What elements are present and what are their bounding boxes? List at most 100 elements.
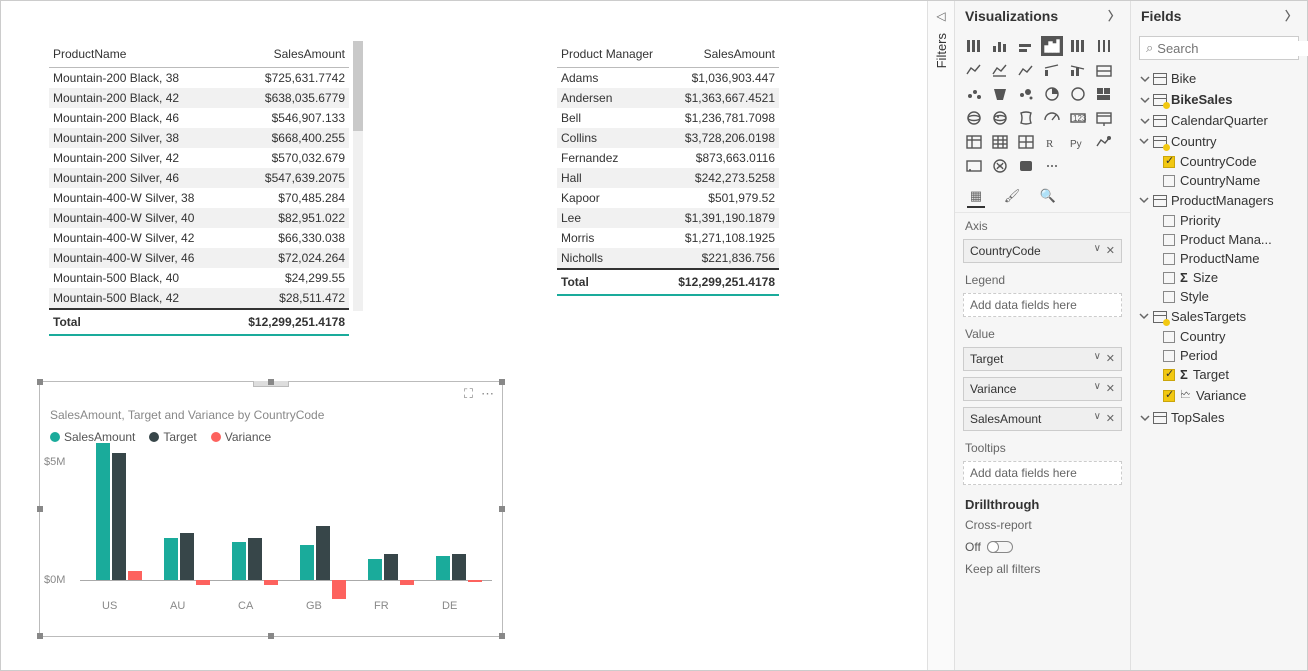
- fields-table[interactable]: CalendarQuarter: [1135, 110, 1303, 131]
- expand-icon[interactable]: [1139, 310, 1149, 324]
- bar[interactable]: [232, 542, 246, 580]
- fields-field[interactable]: Period: [1135, 346, 1303, 365]
- fields-field[interactable]: ProductName: [1135, 249, 1303, 268]
- fields-tab-icon[interactable]: ▦: [967, 188, 985, 208]
- checkbox[interactable]: [1163, 350, 1175, 362]
- bar[interactable]: [112, 453, 126, 580]
- fields-table[interactable]: ProductManagers: [1135, 190, 1303, 211]
- table-row[interactable]: Mountain-200 Silver, 42$570,032.679: [49, 148, 349, 168]
- checkbox[interactable]: [1163, 215, 1175, 227]
- focus-mode-icon[interactable]: ⛶: [464, 386, 473, 402]
- report-canvas[interactable]: ProductName SalesAmount Mountain-200 Bla…: [1, 1, 927, 670]
- bar[interactable]: [164, 538, 178, 580]
- table-visual-products[interactable]: ProductName SalesAmount Mountain-200 Bla…: [49, 41, 349, 336]
- table-row[interactable]: Fernandez$873,663.0116: [557, 148, 779, 168]
- bar[interactable]: [196, 580, 210, 585]
- column-header[interactable]: SalesAmount: [227, 41, 349, 67]
- viz-type-icon[interactable]: [963, 108, 985, 128]
- checkbox[interactable]: [1163, 390, 1175, 402]
- checkbox[interactable]: [1163, 272, 1175, 284]
- table-row[interactable]: Mountain-500 Black, 40$24,299.55: [49, 268, 349, 288]
- table-row[interactable]: Collins$3,728,206.0198: [557, 128, 779, 148]
- checkbox[interactable]: [1163, 253, 1175, 265]
- checkbox[interactable]: [1163, 175, 1175, 187]
- viz-type-icon[interactable]: [1041, 36, 1063, 56]
- viz-type-icon[interactable]: [1067, 84, 1089, 104]
- checkbox[interactable]: [1163, 234, 1175, 246]
- expand-icon[interactable]: [1137, 74, 1151, 84]
- viz-type-icon[interactable]: [989, 60, 1011, 80]
- remove-icon[interactable]: ✕: [1106, 412, 1115, 425]
- bar[interactable]: [384, 554, 398, 580]
- viz-type-icon[interactable]: [963, 84, 985, 104]
- bar[interactable]: [332, 580, 346, 599]
- value-well-item[interactable]: Variance∨✕: [963, 377, 1122, 401]
- bar[interactable]: [468, 580, 482, 582]
- viz-type-icon[interactable]: [1041, 84, 1063, 104]
- table-row[interactable]: Hall$242,273.5258: [557, 168, 779, 188]
- viz-type-icon[interactable]: R: [1041, 132, 1063, 152]
- expand-icon[interactable]: [1137, 116, 1151, 126]
- fields-field[interactable]: ΣSize: [1135, 268, 1303, 287]
- bar[interactable]: [452, 554, 466, 580]
- viz-type-icon[interactable]: [1015, 60, 1037, 80]
- viz-type-icon[interactable]: [1093, 132, 1115, 152]
- checkbox[interactable]: [1163, 291, 1175, 303]
- expand-icon[interactable]: [1137, 413, 1151, 423]
- value-well-item[interactable]: Target∨✕: [963, 347, 1122, 371]
- cross-report-toggle[interactable]: Off: [965, 540, 1120, 554]
- axis-well-item[interactable]: CountryCode∨✕: [963, 239, 1122, 263]
- viz-type-icon[interactable]: [989, 156, 1011, 176]
- viz-type-icon[interactable]: [963, 60, 985, 80]
- fields-field[interactable]: 🗠Variance: [1135, 384, 1303, 407]
- more-options-icon[interactable]: ⋯: [481, 386, 494, 402]
- viz-type-icon[interactable]: [1015, 36, 1037, 56]
- clustered-column-chart-visual[interactable]: ⛶ ⋯ SalesAmount, Target and Variance by …: [39, 381, 503, 637]
- table-row[interactable]: Andersen$1,363,667.4521: [557, 88, 779, 108]
- viz-type-icon[interactable]: [1067, 60, 1089, 80]
- fields-table[interactable]: BikeSales: [1135, 89, 1303, 110]
- bar[interactable]: [264, 580, 278, 585]
- viz-type-icon[interactable]: [1093, 84, 1115, 104]
- bar[interactable]: [128, 571, 142, 580]
- viz-type-icon[interactable]: [1093, 108, 1115, 128]
- table-row[interactable]: Nicholls$221,836.756: [557, 248, 779, 268]
- column-header[interactable]: ProductName: [49, 41, 227, 67]
- viz-type-icon[interactable]: [989, 132, 1011, 152]
- format-tab-icon[interactable]: 🖌: [1003, 188, 1021, 208]
- checkbox[interactable]: [1163, 369, 1175, 381]
- fields-field[interactable]: CountryCode: [1135, 152, 1303, 171]
- viz-type-icon[interactable]: [989, 108, 1011, 128]
- viz-type-icon[interactable]: [963, 156, 985, 176]
- viz-type-icon[interactable]: [1015, 84, 1037, 104]
- legend-well-empty[interactable]: Add data fields here: [963, 293, 1122, 317]
- table-row[interactable]: Mountain-400-W Silver, 38$70,485.284: [49, 188, 349, 208]
- filters-pane-collapsed[interactable]: ◁ Filters: [927, 1, 955, 670]
- fields-field[interactable]: ΣTarget: [1135, 365, 1303, 384]
- bar[interactable]: [436, 556, 450, 580]
- viz-type-icon[interactable]: [1093, 36, 1115, 56]
- bar[interactable]: [248, 538, 262, 580]
- fields-field[interactable]: CountryName: [1135, 171, 1303, 190]
- viz-type-icon[interactable]: [1041, 108, 1063, 128]
- remove-icon[interactable]: ✕: [1106, 244, 1115, 257]
- table-row[interactable]: Mountain-400-W Silver, 46$72,024.264: [49, 248, 349, 268]
- table-visual-managers[interactable]: Product Manager SalesAmount Adams$1,036,…: [557, 41, 779, 296]
- column-header[interactable]: SalesAmount: [671, 41, 779, 67]
- bar[interactable]: [368, 559, 382, 580]
- collapse-icon[interactable]: 〉: [1285, 7, 1297, 24]
- fields-field[interactable]: Country: [1135, 327, 1303, 346]
- fields-search[interactable]: ⌕: [1139, 36, 1299, 60]
- scrollbar-thumb[interactable]: [353, 41, 363, 131]
- viz-type-icon[interactable]: [989, 84, 1011, 104]
- viz-type-icon[interactable]: [1015, 108, 1037, 128]
- fields-field[interactable]: Priority: [1135, 211, 1303, 230]
- table-row[interactable]: Mountain-400-W Silver, 42$66,330.038: [49, 228, 349, 248]
- fields-table[interactable]: TopSales: [1135, 407, 1303, 428]
- expand-icon[interactable]: [1139, 194, 1149, 208]
- checkbox[interactable]: [1163, 156, 1175, 168]
- viz-type-icon[interactable]: [963, 132, 985, 152]
- table-row[interactable]: Mountain-200 Black, 38$725,631.7742: [49, 68, 349, 88]
- value-well-item[interactable]: SalesAmount∨✕: [963, 407, 1122, 431]
- collapse-icon[interactable]: 〉: [1108, 7, 1120, 24]
